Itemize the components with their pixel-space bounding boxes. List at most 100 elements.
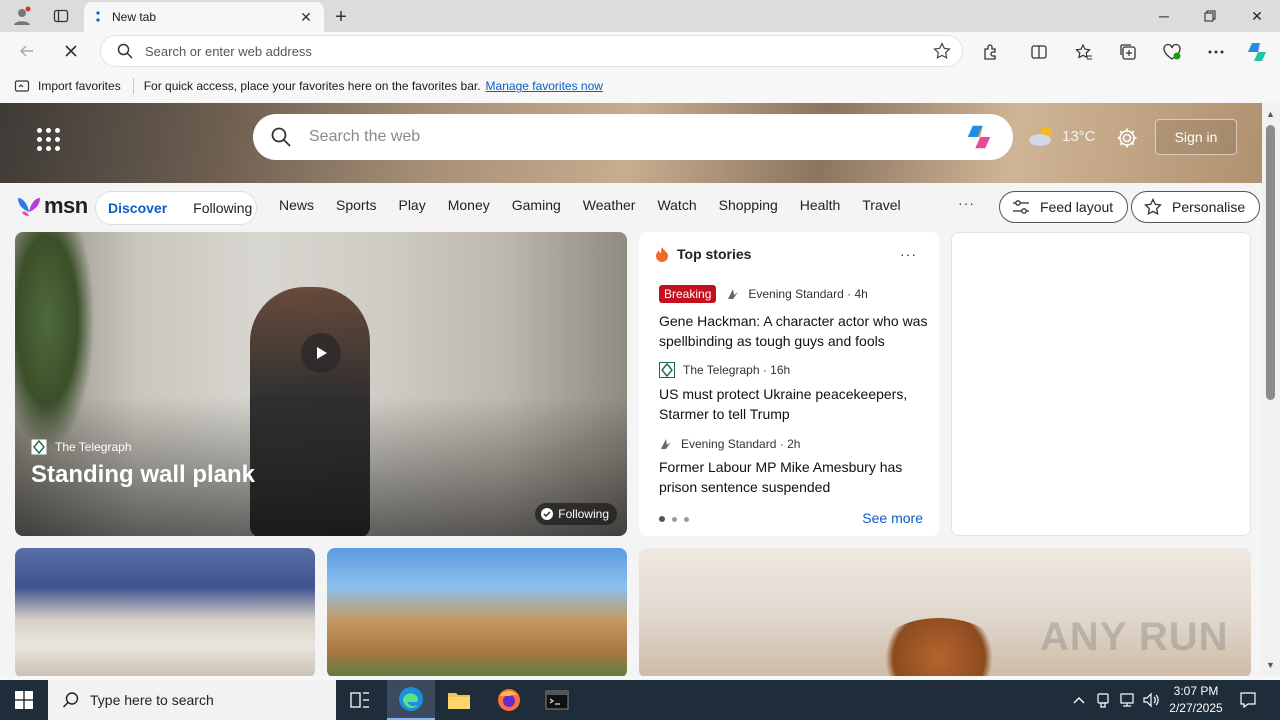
article-card-cabin[interactable] <box>327 548 627 676</box>
hero-source[interactable]: The Telegraph <box>31 439 132 455</box>
action-center-button[interactable] <box>1236 680 1260 720</box>
category-money[interactable]: Money <box>448 197 490 213</box>
tab-discover[interactable]: Discover <box>108 200 167 216</box>
browser-essentials-button[interactable] <box>1159 39 1185 65</box>
settings-and-more-button[interactable] <box>1203 39 1229 65</box>
search-icon <box>271 127 291 147</box>
carousel-dot[interactable] <box>672 516 677 522</box>
collections-button[interactable] <box>1115 39 1141 65</box>
category-play[interactable]: Play <box>398 197 425 213</box>
taskbar-clock[interactable]: 3:07 PM 2/27/2025 <box>1160 683 1232 717</box>
taskbar-firefox-app[interactable] <box>485 680 533 720</box>
evening-standard-logo-icon <box>661 439 671 449</box>
show-hidden-icons-button[interactable] <box>1068 680 1090 720</box>
scroll-down-arrow-icon[interactable]: ▼ <box>1266 660 1275 670</box>
new-tab-button[interactable]: + <box>330 6 352 28</box>
extensions-button[interactable] <box>978 39 1004 65</box>
tab-new-tab[interactable]: New tab ✕ <box>84 2 324 32</box>
carousel-dot[interactable] <box>684 516 689 522</box>
copilot-button[interactable] <box>1244 39 1270 65</box>
category-shopping[interactable]: Shopping <box>719 197 778 213</box>
address-input[interactable] <box>145 43 922 59</box>
category-weather[interactable]: Weather <box>583 197 636 213</box>
more-categories-button[interactable]: ··· <box>958 195 975 211</box>
web-search-box[interactable] <box>253 114 1013 160</box>
stop-loading-button[interactable] <box>56 36 86 66</box>
hero-source-name: The Telegraph <box>55 440 132 454</box>
back-button[interactable] <box>12 36 42 66</box>
import-favorites-button[interactable]: Import favorites <box>14 78 121 94</box>
page-scrollbar[interactable]: ▲ ▼ <box>1262 103 1280 676</box>
copilot-icon <box>967 125 991 149</box>
evening-standard-logo-icon <box>728 289 739 299</box>
app-launcher-button[interactable] <box>34 125 62 153</box>
category-travel[interactable]: Travel <box>862 197 900 213</box>
taskbar-search-placeholder: Type here to search <box>90 692 214 708</box>
taskbar-search-box[interactable]: Type here to search <box>48 680 336 720</box>
split-screen-button[interactable] <box>1026 39 1052 65</box>
copilot-search-button[interactable] <box>961 119 997 155</box>
star-icon <box>933 42 951 59</box>
flame-icon <box>656 247 668 262</box>
scroll-up-arrow-icon[interactable]: ▲ <box>1266 109 1275 119</box>
address-bar[interactable] <box>100 35 963 67</box>
top-stories-more-button[interactable]: ··· <box>900 246 917 262</box>
article-card-classroom[interactable] <box>15 548 315 676</box>
hero-headline[interactable]: Standing wall plank <box>31 461 255 489</box>
story-item[interactable]: Evening Standard · 2h Former Labour MP M… <box>659 437 929 497</box>
msn-page: 13°C Sign in msn Discover Following News… <box>0 103 1262 676</box>
tray-device-icon[interactable] <box>1093 680 1113 720</box>
category-health[interactable]: Health <box>800 197 840 213</box>
story-item[interactable]: Breaking Evening Standard · 4h Gene Hack… <box>659 285 929 351</box>
close-tab-icon[interactable]: ✕ <box>298 9 314 25</box>
category-sports[interactable]: Sports <box>336 197 376 213</box>
copilot-icon <box>1248 43 1266 61</box>
hero-video-card[interactable]: The Telegraph Standing wall plank Follow… <box>15 232 627 536</box>
story-headline[interactable]: US must protect Ukraine peacekeepers, St… <box>659 384 929 424</box>
start-button[interactable] <box>0 680 48 720</box>
favorite-star-button[interactable] <box>922 42 962 60</box>
restore-button[interactable] <box>1187 0 1233 32</box>
play-icon <box>317 347 327 359</box>
category-gaming[interactable]: Gaming <box>512 197 561 213</box>
profile-button[interactable] <box>6 4 38 28</box>
msn-logo[interactable]: msn <box>16 193 88 219</box>
taskbar-file-explorer-app[interactable] <box>435 680 483 720</box>
scrollbar-thumb[interactable] <box>1266 125 1275 400</box>
category-news[interactable]: News <box>279 197 314 213</box>
tab-actions-button[interactable] <box>46 4 76 28</box>
top-stories-header: Top stories <box>655 246 751 262</box>
see-more-link[interactable]: See more <box>862 510 923 526</box>
tray-volume-icon[interactable] <box>1140 680 1162 720</box>
close-window-button[interactable]: ✕ <box>1234 0 1280 32</box>
favorites-button[interactable] <box>1071 39 1097 65</box>
page-settings-button[interactable] <box>1114 125 1140 151</box>
taskbar-terminal-app[interactable] <box>533 680 581 720</box>
play-video-button[interactable] <box>301 333 341 373</box>
carousel-dots[interactable] <box>659 516 696 522</box>
split-screen-icon <box>1031 45 1047 59</box>
address-toolbar <box>0 32 1280 70</box>
loading-spinner-icon <box>96 11 100 22</box>
carousel-dot-active[interactable] <box>659 516 665 522</box>
story-headline[interactable]: Gene Hackman: A character actor who was … <box>659 311 929 351</box>
tab-following[interactable]: Following <box>193 200 252 216</box>
clock-time: 3:07 PM <box>1173 684 1219 698</box>
category-watch[interactable]: Watch <box>657 197 696 213</box>
minimize-button[interactable]: ─ <box>1141 0 1187 32</box>
tab-title: New tab <box>112 10 157 24</box>
task-view-button[interactable] <box>336 680 384 720</box>
weather-widget[interactable]: 13°C <box>1028 125 1096 147</box>
personalise-button[interactable]: Personalise <box>1131 191 1261 223</box>
story-headline[interactable]: Former Labour MP Mike Amesbury has priso… <box>659 457 929 497</box>
check-circle-icon <box>541 508 554 520</box>
story-item[interactable]: The Telegraph · 16h US must protect Ukra… <box>659 362 929 424</box>
clock-date: 2/27/2025 <box>1169 701 1223 715</box>
tray-network-icon[interactable] <box>1116 680 1138 720</box>
following-badge[interactable]: Following <box>535 503 617 525</box>
web-search-input[interactable] <box>309 128 961 146</box>
feed-layout-button[interactable]: Feed layout <box>999 191 1129 223</box>
manage-favorites-link[interactable]: Manage favorites now <box>486 79 603 93</box>
taskbar-edge-app[interactable] <box>387 680 435 720</box>
sign-in-button[interactable]: Sign in <box>1155 119 1237 155</box>
